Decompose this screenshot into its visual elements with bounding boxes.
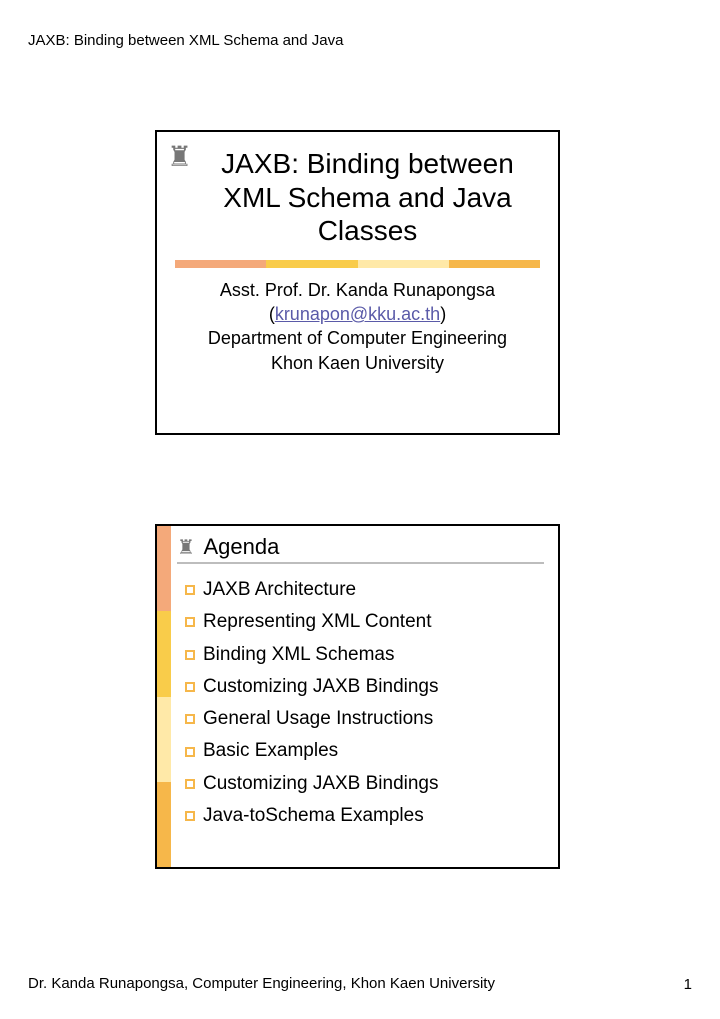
list-item: Customizing JAXB Bindings — [185, 671, 544, 703]
author-block: Asst. Prof. Dr. Kanda Runapongsa (krunap… — [157, 278, 558, 375]
list-item: General Usage Instructions — [185, 703, 544, 735]
slide-title: ♜ JAXB: Binding between XML Schema and J… — [155, 130, 560, 435]
list-item: JAXB Architecture — [185, 574, 544, 606]
presentation-title: JAXB: Binding between XML Schema and Jav… — [157, 132, 558, 254]
list-item-label: Customizing JAXB Bindings — [203, 768, 439, 800]
department: Department of Computer Engineering — [177, 326, 538, 350]
list-item-label: Representing XML Content — [203, 606, 431, 638]
color-divider — [175, 260, 540, 268]
agenda-heading: Agenda — [203, 534, 279, 560]
bullet-icon — [185, 585, 195, 595]
slide-agenda: ♜ Agenda JAXB Architecture Representing … — [155, 524, 560, 869]
heading-underline — [177, 562, 544, 564]
bullet-icon — [185, 682, 195, 692]
list-item: Java-toSchema Examples — [185, 800, 544, 832]
document-header: JAXB: Binding between XML Schema and Jav… — [28, 32, 343, 49]
document-footer: Dr. Kanda Runapongsa, Computer Engineeri… — [28, 974, 692, 994]
bullet-icon — [185, 650, 195, 660]
author-name: Asst. Prof. Dr. Kanda Runapongsa — [177, 278, 538, 302]
list-item: Basic Examples — [185, 735, 544, 767]
bullet-icon — [185, 811, 195, 821]
list-item-label: Customizing JAXB Bindings — [203, 671, 439, 703]
side-color-stripe — [157, 526, 171, 867]
bullet-icon — [185, 747, 195, 757]
university: Khon Kaen University — [177, 351, 538, 375]
author-email-line: (krunapon@kku.ac.th) — [177, 302, 538, 326]
list-item: Representing XML Content — [185, 606, 544, 638]
list-item-label: JAXB Architecture — [203, 574, 356, 606]
list-item-label: Java-toSchema Examples — [203, 800, 424, 832]
list-item-label: Binding XML Schemas — [203, 639, 395, 671]
list-item: Customizing JAXB Bindings — [185, 768, 544, 800]
agenda-list: JAXB Architecture Representing XML Conte… — [177, 574, 544, 832]
email-link[interactable]: krunapon@kku.ac.th — [275, 304, 440, 324]
university-logo-icon: ♜ — [177, 535, 199, 560]
list-item-label: General Usage Instructions — [203, 703, 433, 735]
bullet-icon — [185, 714, 195, 724]
page-number: 1 — [684, 976, 692, 993]
footer-author: Dr. Kanda Runapongsa, Computer Engineeri… — [28, 974, 495, 994]
bullet-icon — [185, 617, 195, 627]
university-logo-icon: ♜ — [167, 140, 199, 180]
list-item-label: Basic Examples — [203, 735, 338, 767]
list-item: Binding XML Schemas — [185, 639, 544, 671]
bullet-icon — [185, 779, 195, 789]
